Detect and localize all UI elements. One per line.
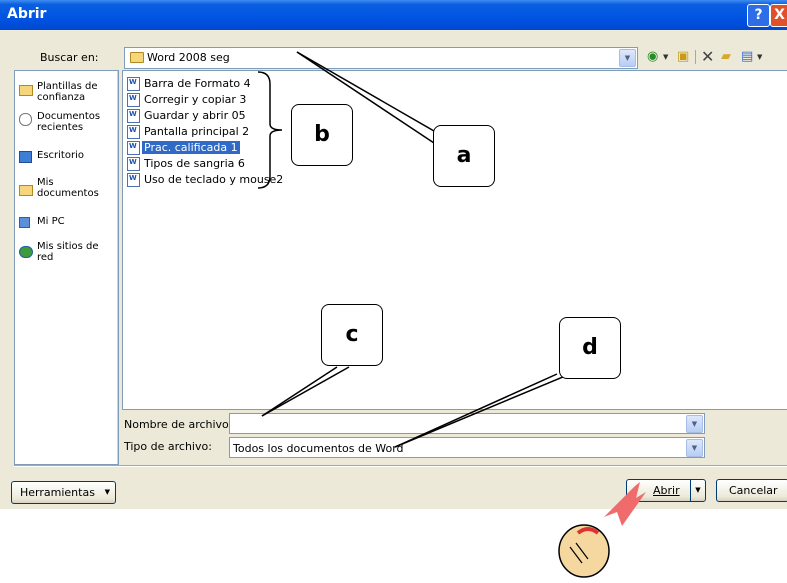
annotation-overlay — [257, 51, 646, 578]
callout-b: b — [291, 104, 353, 166]
hand-cursor-icon — [558, 524, 610, 578]
callout-d: d — [559, 317, 621, 379]
arrow-icon — [604, 482, 646, 526]
callout-d-pointer — [394, 373, 571, 448]
callout-c: c — [321, 304, 383, 366]
callout-c-pointer — [261, 366, 350, 417]
brace-b — [257, 71, 283, 189]
callout-a: a — [433, 125, 495, 187]
